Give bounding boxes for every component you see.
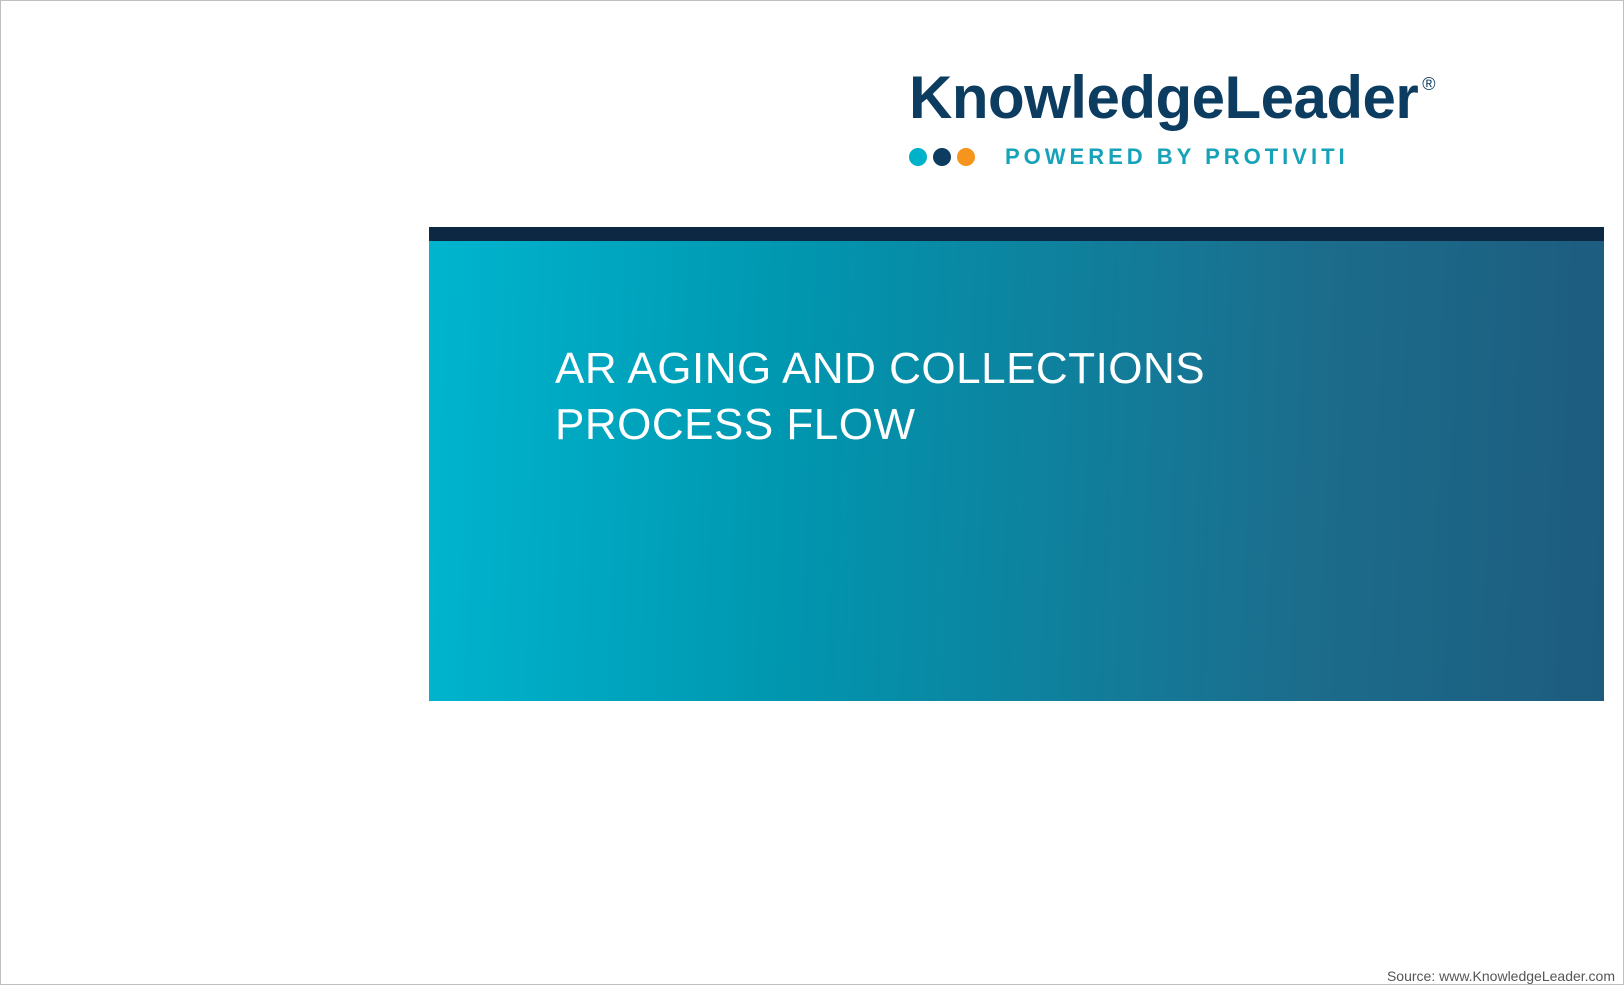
logo-line: KnowledgeLeader® [909,63,1436,132]
source-attribution: Source: www.KnowledgeLeader.com [1387,968,1615,984]
registered-mark: ® [1422,74,1435,94]
logo-tagline: POWERED BY PROTIVITI [1005,144,1349,170]
title-line-2: PROCESS FLOW [555,400,916,449]
title-panel: AR AGING AND COLLECTIONS PROCESS FLOW [429,241,1604,701]
accent-bar [429,227,1604,241]
logo-dots-icon [909,148,975,166]
dot-teal-icon [909,148,927,166]
title-line-1: AR AGING AND COLLECTIONS [555,344,1205,393]
slide-page: KnowledgeLeader® POWERED BY PROTIVITI AR… [0,0,1624,985]
dot-orange-icon [957,148,975,166]
tagline-row: POWERED BY PROTIVITI [909,144,1436,170]
dot-navy-icon [933,148,951,166]
logo-wordmark: KnowledgeLeader [909,64,1418,131]
slide-title: AR AGING AND COLLECTIONS PROCESS FLOW [555,341,1205,454]
logo-block: KnowledgeLeader® POWERED BY PROTIVITI [909,63,1436,170]
